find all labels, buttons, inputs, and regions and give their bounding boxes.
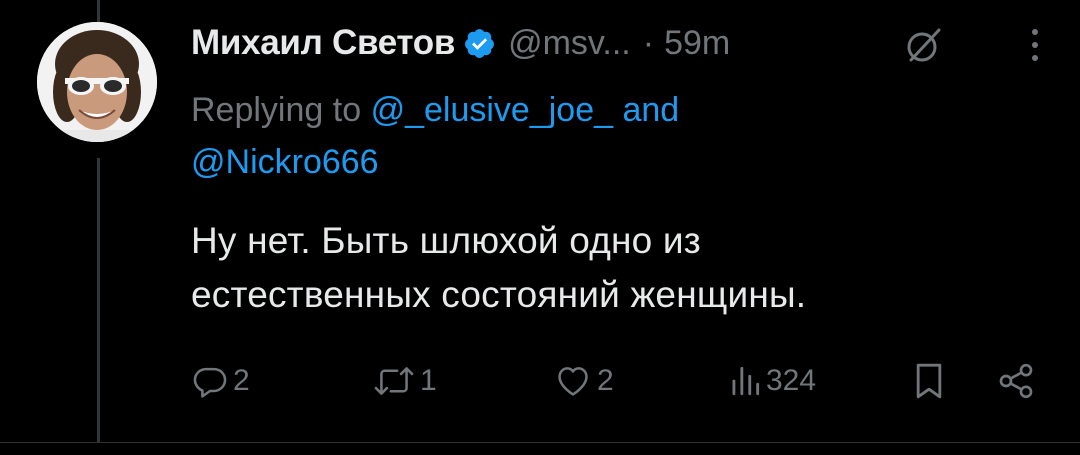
heart-icon [553,362,593,400]
display-name[interactable]: Михаил Светов [191,23,455,63]
tweet-text-line-2: естественных состояний женщины. [191,274,807,315]
reply-icon [191,362,229,400]
share-icon [996,361,1036,401]
views-button[interactable]: 324 [728,356,816,406]
reply-button[interactable]: 2 [191,356,250,406]
like-count: 2 [597,364,614,397]
replying-to: Replying to @_elusive_joe_ and @Nickro66… [191,84,891,188]
tweet-header: Михаил Светов @msv... · 59m [191,17,730,69]
repost-count: 1 [420,364,437,397]
grok-icon[interactable] [903,24,945,66]
reply-mention-1[interactable]: @_elusive_joe_ [371,91,613,129]
separator-dot: · [642,23,655,62]
user-handle[interactable]: @msv... [508,24,631,63]
tweet-text: Ну нет. Быть шлюхой одно из естественных… [191,214,1051,322]
reply-mention-2[interactable]: @Nickro666 [191,143,379,181]
timestamp[interactable]: 59m [664,24,730,63]
reply-prefix: Replying to [191,91,362,129]
views-icon [728,362,762,400]
reply-and: and [622,91,680,129]
avatar[interactable] [37,22,157,142]
action-bar: 2 1 2 324 [0,356,1080,406]
bookmark-icon [912,361,946,401]
views-count: 324 [766,364,817,397]
more-vertical-icon[interactable] [1020,22,1050,68]
like-button[interactable]: 2 [553,356,614,406]
repost-icon [372,362,416,400]
share-button[interactable] [996,356,1036,406]
repost-button[interactable]: 1 [372,356,437,406]
avatar-image [37,22,157,142]
tweet-text-line-1: Ну нет. Быть шлюхой одно из [191,220,701,261]
verified-badge-icon [463,27,496,60]
divider [0,442,1080,443]
reply-count: 2 [233,364,250,397]
bookmark-button[interactable] [912,356,946,406]
